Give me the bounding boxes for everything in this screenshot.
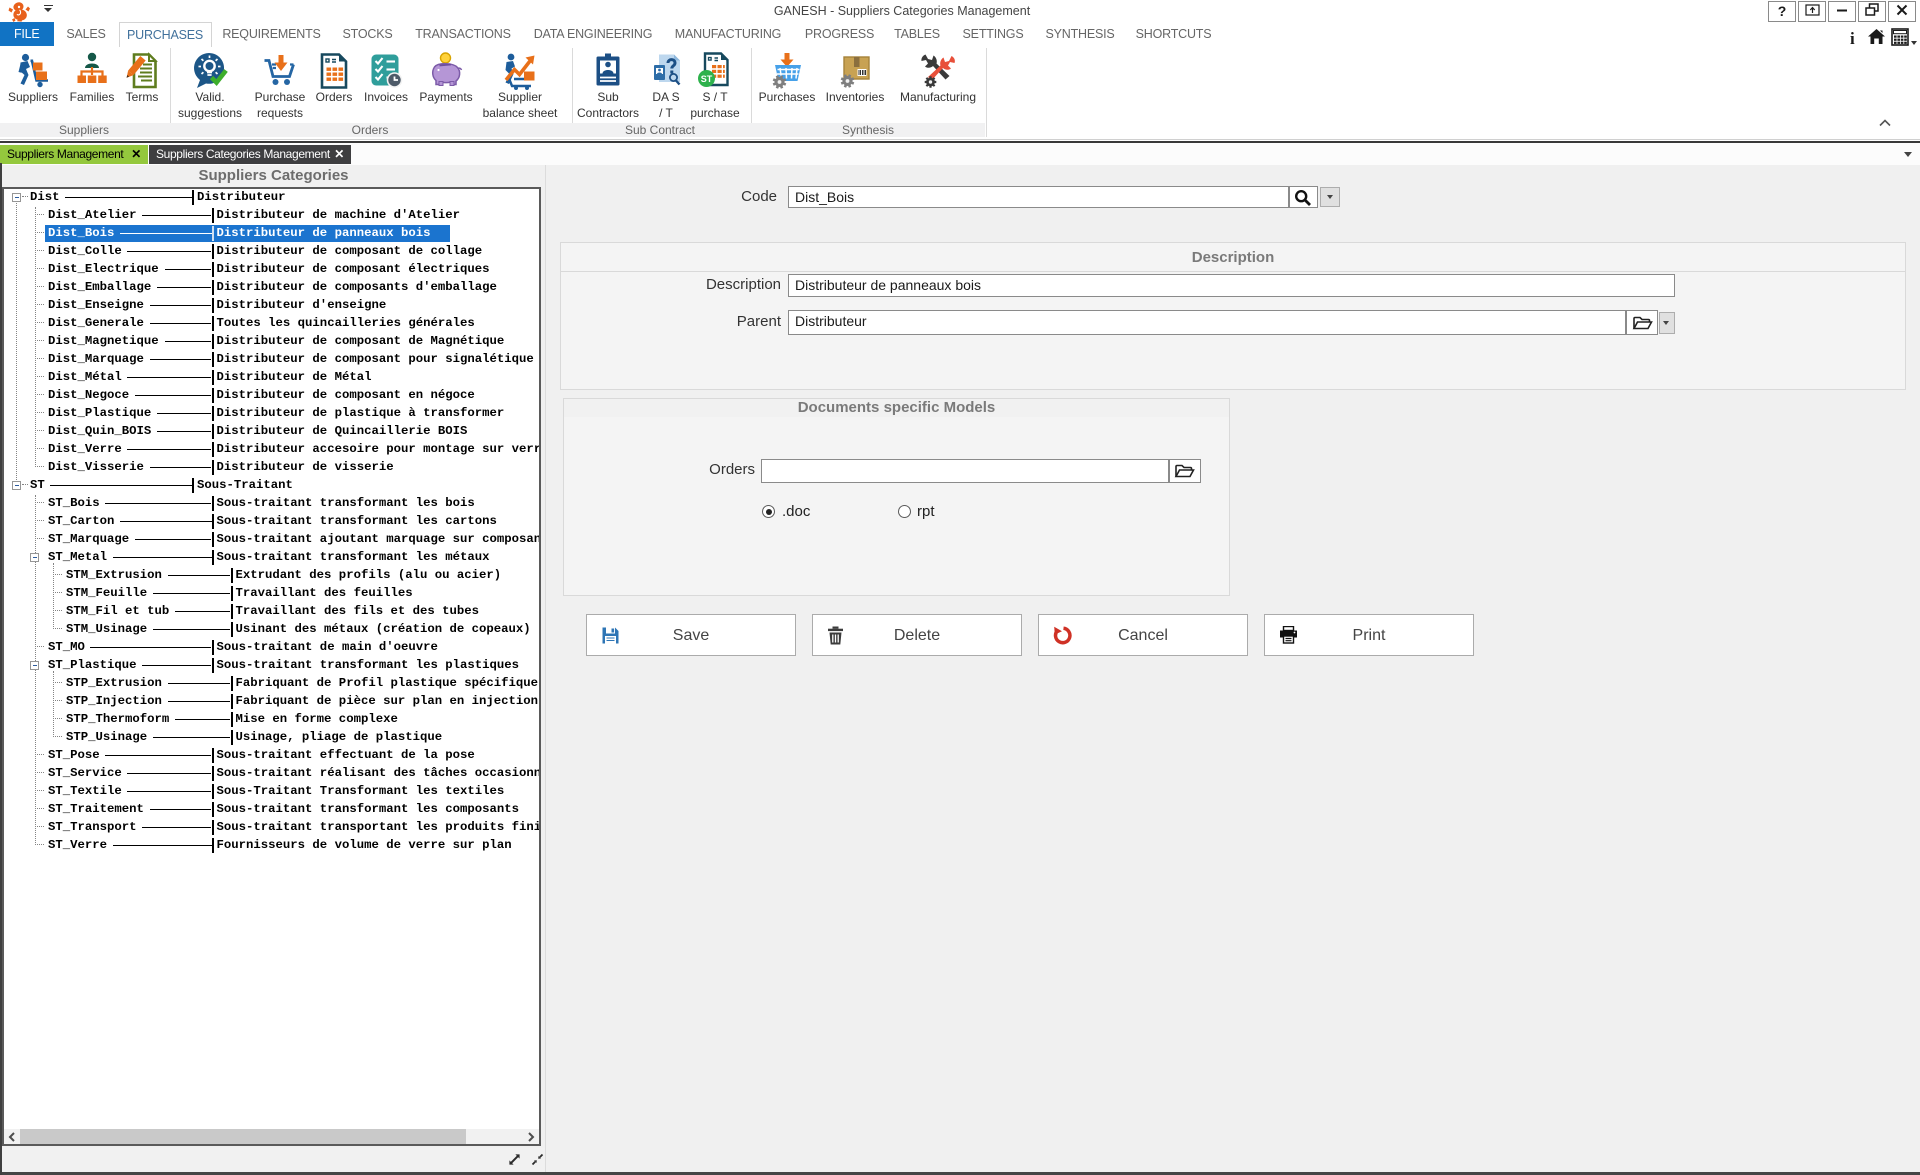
svg-text:ST: ST [701, 74, 713, 84]
